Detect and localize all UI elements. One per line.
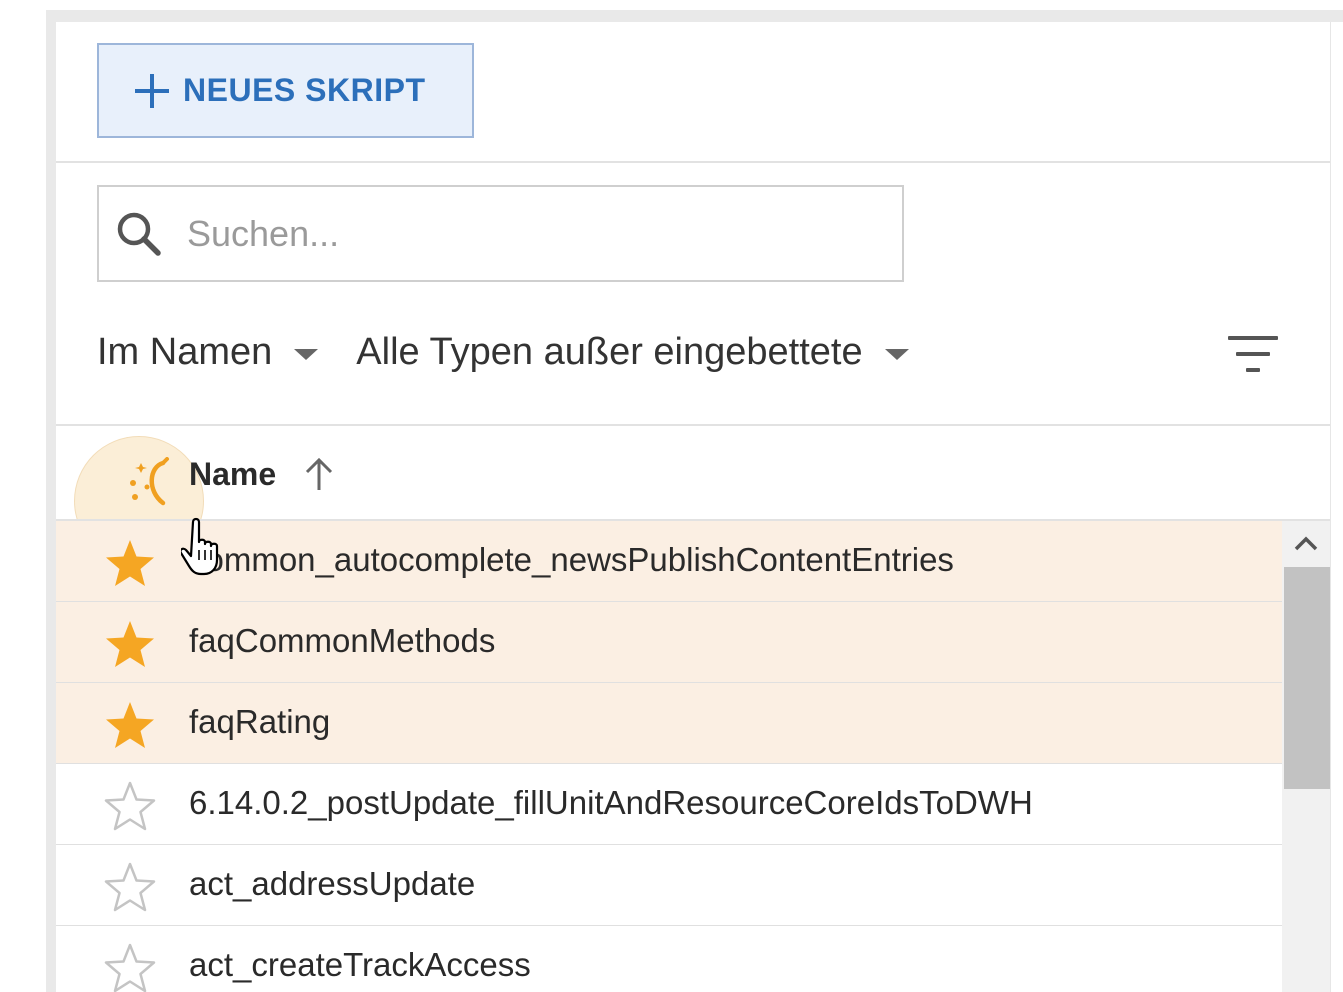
script-list-panel: NEUES SKRIPT Im Namen Alle Typen außer e… bbox=[56, 22, 1331, 992]
filter-row: Im Namen Alle Typen außer eingebettete bbox=[97, 322, 909, 382]
script-type-dropdown[interactable]: Alle Typen außer eingebettete bbox=[356, 330, 909, 374]
star-filled-icon[interactable] bbox=[103, 619, 157, 671]
hand-pointer-icon bbox=[181, 517, 219, 576]
star-filled-icon[interactable] bbox=[103, 538, 157, 590]
script-type-label: Alle Typen außer eingebettete bbox=[356, 330, 863, 373]
table-row[interactable]: faqRating bbox=[56, 683, 1282, 764]
star-outline-icon[interactable] bbox=[103, 781, 157, 833]
script-name: act_addressUpdate bbox=[189, 865, 476, 902]
star-outline-icon[interactable] bbox=[103, 862, 157, 914]
search-input[interactable] bbox=[185, 211, 839, 256]
table-row[interactable]: 6.14.0.2_postUpdate_fillUnitAndResourceC… bbox=[56, 764, 1282, 845]
new-script-button[interactable]: NEUES SKRIPT bbox=[97, 43, 474, 138]
table-header: Name bbox=[56, 426, 1330, 566]
search-scope-dropdown[interactable]: Im Namen bbox=[97, 330, 319, 374]
table-row[interactable]: act_addressUpdate bbox=[56, 845, 1282, 926]
chevron-up-icon[interactable] bbox=[1282, 521, 1330, 567]
arrow-up-icon[interactable] bbox=[301, 454, 337, 494]
scrollbar-thumb[interactable] bbox=[1284, 567, 1330, 789]
script-name: act_createTrackAccess bbox=[189, 946, 531, 983]
script-name: faqCommonMethods bbox=[189, 622, 496, 659]
script-name: 6.14.0.2_postUpdate_fillUnitAndResourceC… bbox=[189, 784, 1033, 821]
script-name: faqRating bbox=[189, 703, 331, 740]
new-script-label: NEUES SKRIPT bbox=[183, 72, 426, 108]
divider bbox=[56, 161, 1330, 163]
table-row[interactable]: faqCommonMethods bbox=[56, 602, 1282, 683]
caret-down-icon bbox=[294, 348, 319, 360]
search-icon bbox=[117, 212, 161, 256]
window-frame-top bbox=[46, 10, 1343, 22]
table-row[interactable]: common_autocomplete_newsPublishContentEn… bbox=[56, 521, 1282, 602]
filter-lines-icon[interactable] bbox=[1227, 334, 1279, 374]
plus-icon bbox=[135, 73, 169, 108]
sparkle-star-icon bbox=[130, 457, 169, 506]
script-name: common_autocomplete_newsPublishContentEn… bbox=[189, 541, 954, 578]
caret-down-icon bbox=[884, 348, 909, 360]
search-scope-label: Im Namen bbox=[97, 330, 273, 373]
star-filled-icon[interactable] bbox=[103, 700, 157, 752]
search-field[interactable] bbox=[97, 185, 904, 282]
script-list: common_autocomplete_newsPublishContentEn… bbox=[56, 521, 1282, 992]
table-row[interactable]: act_createTrackAccess bbox=[56, 926, 1282, 992]
scrollbar[interactable] bbox=[1282, 521, 1330, 992]
star-outline-icon[interactable] bbox=[103, 943, 157, 992]
window-frame-left bbox=[46, 10, 56, 992]
name-column-header[interactable]: Name bbox=[189, 456, 276, 493]
